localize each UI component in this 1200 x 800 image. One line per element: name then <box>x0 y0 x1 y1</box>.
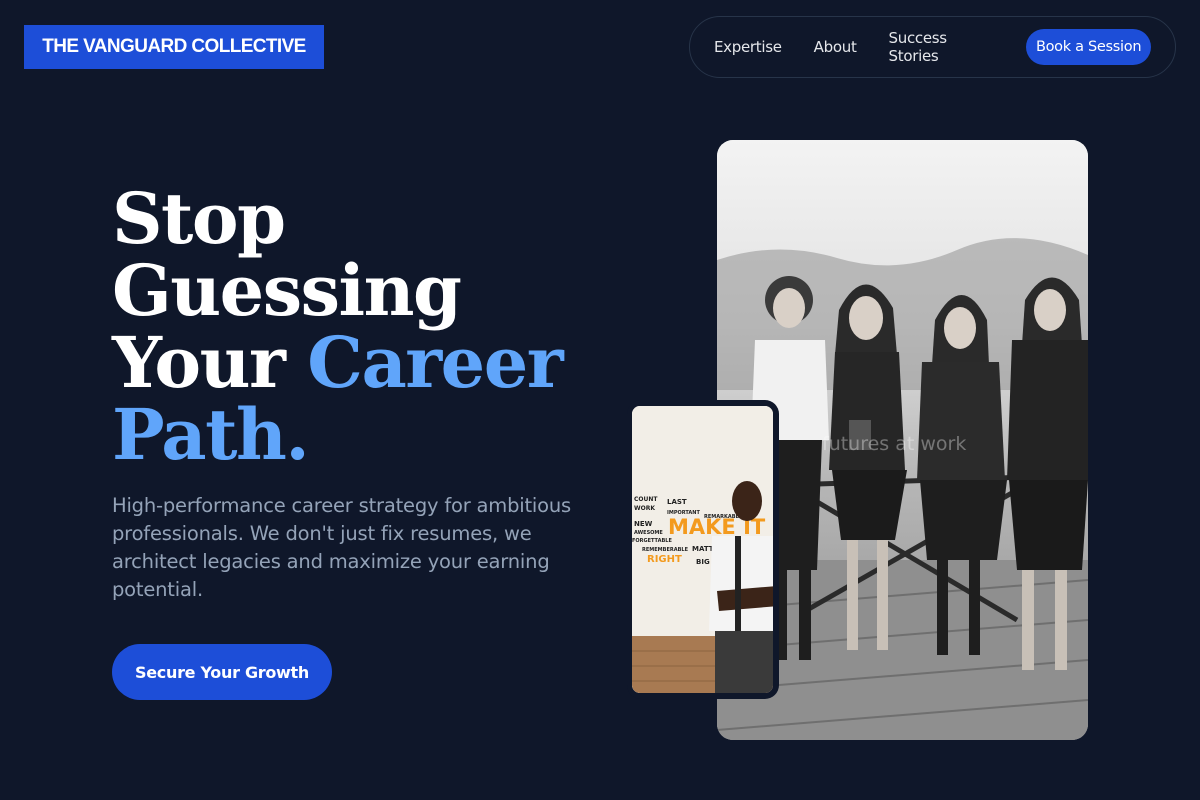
svg-text:FORGETTABLE: FORGETTABLE <box>632 538 672 544</box>
professional-photo: COUNT WORK LAST IMPORTANT NEW AWESOME FO… <box>627 400 779 699</box>
svg-text:AWESOME: AWESOME <box>634 530 663 536</box>
svg-text:BIG: BIG <box>696 558 710 566</box>
main-nav: Expertise About Success Stories Book a S… <box>689 16 1176 78</box>
svg-text:WORK: WORK <box>634 505 655 512</box>
headline-line-3: Your <box>112 321 308 404</box>
hero-headline: Stop Guessing Your Career Path. <box>112 183 592 471</box>
brand-logo[interactable]: THE VANGUARD COLLECTIVE <box>24 25 324 69</box>
headline-accent-path: Path. <box>112 393 310 476</box>
headline-line-2: Guessing <box>112 249 462 332</box>
book-session-button[interactable]: Book a Session <box>1026 29 1151 65</box>
nav-link-success-stories[interactable]: Success Stories <box>889 29 995 65</box>
watermark-text: futures at work <box>822 433 966 455</box>
svg-text:COUNT: COUNT <box>634 496 658 503</box>
nav-link-expertise[interactable]: Expertise <box>714 38 782 56</box>
nav-link-about[interactable]: About <box>814 38 857 56</box>
secure-growth-button[interactable]: Secure Your Growth <box>112 644 332 700</box>
svg-text:LAST: LAST <box>667 498 687 506</box>
headline-line-1: Stop <box>112 177 286 260</box>
headline-accent-career: Career <box>307 321 563 404</box>
svg-text:RIGHT: RIGHT <box>647 554 682 565</box>
svg-text:NEW: NEW <box>634 520 653 528</box>
svg-text:REMEMBERABLE: REMEMBERABLE <box>642 547 689 553</box>
hero-subtext: High-performance career strategy for amb… <box>112 494 572 601</box>
